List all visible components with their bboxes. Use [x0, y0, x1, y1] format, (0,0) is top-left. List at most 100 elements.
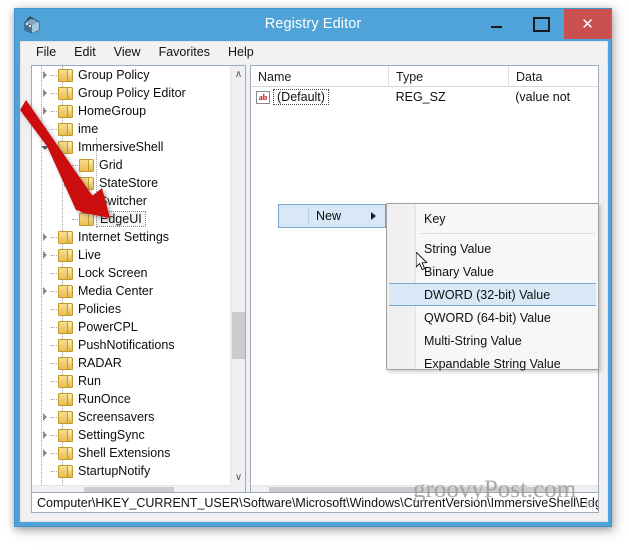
tree-scroll-down-button[interactable]: ∨: [231, 469, 246, 485]
registry-tree[interactable]: Group Policy Group Policy Editor HomeGroup…: [32, 66, 230, 485]
tree-item-label: RunOnce: [78, 392, 131, 406]
tree-item-policies[interactable]: Policies: [32, 300, 230, 318]
tree-connector: [51, 237, 57, 238]
tree-scroll-thumb[interactable]: [232, 312, 245, 359]
folder-icon: [58, 284, 73, 298]
minimize-button[interactable]: [474, 9, 519, 39]
menu-bar: File Edit View Favorites Help: [21, 42, 607, 63]
tree-connector: [51, 471, 57, 472]
new-value-submenu[interactable]: Key String Value Binary Value DWORD (32-bit…: [386, 203, 599, 371]
tree-item-label: StartupNotify: [78, 464, 151, 478]
tree-item-runonce[interactable]: RunOnce: [32, 390, 230, 408]
tree-item-media-center[interactable]: Media Center: [32, 282, 230, 300]
tree-item-settingsync[interactable]: SettingSync: [32, 426, 230, 444]
tree-vertical-scrollbar[interactable]: ∧ ∨: [230, 66, 245, 485]
value-name: (Default): [273, 89, 329, 105]
submenu-item-qword-64-bit-value[interactable]: QWORD (64-bit) Value: [387, 306, 598, 329]
tree-item-shell-extensions[interactable]: Shell Extensions: [32, 444, 230, 462]
submenu-item-dword-32-bit-value[interactable]: DWORD (32-bit) Value: [389, 283, 596, 306]
resize-grip-icon[interactable]: [585, 499, 595, 509]
maximize-button[interactable]: [519, 9, 564, 39]
value-data: (value not: [515, 90, 571, 104]
tree-item-label: PowerCPL: [78, 320, 138, 334]
value-name-cell: ab (Default): [251, 87, 389, 107]
tree-connector: [51, 93, 57, 94]
tree-connector: [51, 291, 57, 292]
folder-icon: [58, 230, 73, 244]
folder-icon: [58, 122, 73, 136]
tree-item-label: ime: [78, 122, 99, 136]
submenu-item-key[interactable]: Key: [387, 207, 598, 230]
tree-item-label: Grid: [99, 158, 123, 172]
tree-item-live[interactable]: Live: [32, 246, 230, 264]
menu-help[interactable]: Help: [219, 43, 263, 62]
tree-item-label: Screensavers: [78, 410, 155, 424]
table-row[interactable]: ab (Default) REG_SZ (value not: [251, 87, 598, 107]
tree-item-screensavers[interactable]: Screensavers: [32, 408, 230, 426]
folder-icon: [58, 248, 73, 262]
value-type: REG_SZ: [395, 90, 446, 104]
tree-item-label: Run: [78, 374, 101, 388]
tree-item-statestore[interactable]: StateStore: [32, 174, 230, 192]
context-menu-item-new[interactable]: New: [278, 204, 386, 228]
folder-icon: [58, 374, 73, 388]
registry-tree-pane: Group Policy Group Policy Editor HomeGroup…: [31, 65, 246, 502]
title-bar[interactable]: Registry Editor ✕: [15, 9, 611, 41]
menu-favorites[interactable]: Favorites: [150, 43, 219, 62]
tree-connector: [51, 75, 57, 76]
tree-connector: [51, 147, 57, 148]
tree-item-label: EdgeUI: [96, 211, 146, 227]
menu-edit[interactable]: Edit: [65, 43, 105, 62]
tree-item-internet-settings[interactable]: Internet Settings: [32, 228, 230, 246]
column-header-data[interactable]: Data: [509, 66, 585, 87]
folder-icon: [79, 158, 94, 172]
tree-connector: [72, 201, 78, 202]
tree-connector: [51, 399, 57, 400]
tree-connector: [51, 309, 57, 310]
folder-icon: [79, 212, 94, 226]
submenu-item-multi-string-value[interactable]: Multi-String Value: [387, 329, 598, 352]
tree-item-label: Group Policy Editor: [78, 86, 186, 100]
folder-icon: [58, 302, 73, 316]
folder-icon: [58, 320, 73, 334]
tree-row-container: Group Policy Group Policy Editor HomeGroup…: [32, 66, 230, 480]
tree-item-group-policy[interactable]: Group Policy: [32, 66, 230, 84]
menu-file[interactable]: File: [27, 43, 65, 62]
tree-scroll-up-button[interactable]: ∧: [231, 66, 246, 82]
tree-item-label: Live: [78, 248, 101, 262]
submenu-item-expandable-string-value[interactable]: Expandable String Value: [387, 352, 598, 375]
submenu-item-binary-value[interactable]: Binary Value: [387, 260, 598, 283]
tree-item-label: Shell Extensions: [78, 446, 171, 460]
tree-item-radar[interactable]: RADAR: [32, 354, 230, 372]
tree-item-group-policy-editor[interactable]: Group Policy Editor: [32, 84, 230, 102]
tree-item-startupnotify[interactable]: StartupNotify: [32, 462, 230, 480]
tree-item-homegroup[interactable]: HomeGroup: [32, 102, 230, 120]
tree-item-pushnotifications[interactable]: PushNotifications: [32, 336, 230, 354]
column-header-name[interactable]: Name: [251, 66, 389, 87]
column-header-type[interactable]: Type: [389, 66, 509, 87]
context-menu-new-label: New: [316, 209, 342, 223]
folder-icon: [58, 464, 73, 478]
menu-view[interactable]: View: [105, 43, 150, 62]
tree-item-ime[interactable]: ime: [32, 120, 230, 138]
tree-item-grid[interactable]: Grid: [32, 156, 230, 174]
tree-connector: [51, 273, 57, 274]
tree-item-label: StateStore: [99, 176, 159, 190]
tree-item-switcher[interactable]: Switcher: [32, 192, 230, 210]
submenu-item-string-value[interactable]: String Value: [387, 237, 598, 260]
tree-connector: [51, 435, 57, 436]
tree-connector: [51, 453, 57, 454]
folder-icon: [58, 266, 73, 280]
tree-item-edgeui[interactable]: EdgeUI: [32, 210, 230, 228]
folder-icon: [58, 104, 73, 118]
tree-connector: [51, 417, 57, 418]
folder-icon: [58, 338, 73, 352]
tree-connector: [72, 183, 78, 184]
tree-item-powercpl[interactable]: PowerCPL: [32, 318, 230, 336]
screenshot-root: Registry Editor ✕ File Edit View Favorit…: [0, 0, 629, 550]
tree-item-immersiveshell[interactable]: ImmersiveShell: [32, 138, 230, 156]
close-button[interactable]: ✕: [564, 9, 611, 39]
tree-item-run[interactable]: Run: [32, 372, 230, 390]
tree-item-lock-screen[interactable]: Lock Screen: [32, 264, 230, 282]
tree-item-label: Lock Screen: [78, 266, 148, 280]
